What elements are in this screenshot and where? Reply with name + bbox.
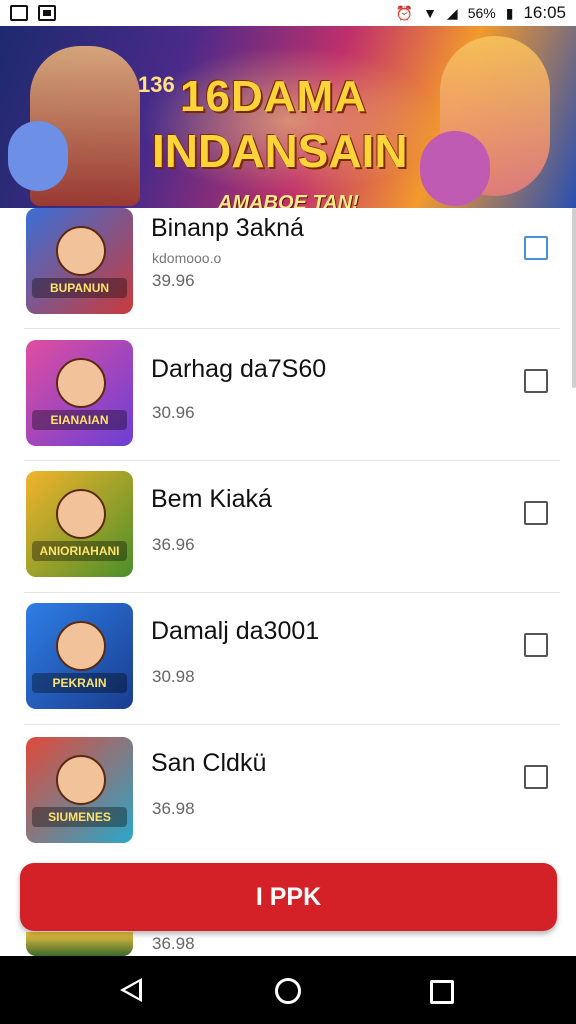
banner-subtitle: AMABOE TAN! — [218, 192, 359, 208]
alarm-icon: ⏰ — [395, 4, 414, 21]
item-checkbox[interactable] — [524, 633, 548, 657]
peek-item-price: 36.98 — [152, 934, 195, 953]
game-thumbnail: BUPANUN — [26, 208, 133, 314]
home-icon[interactable] — [275, 978, 301, 1004]
item-title: Bem Kiaká — [151, 485, 272, 513]
recents-icon[interactable] — [430, 980, 454, 1004]
item-checkbox[interactable] — [524, 369, 548, 393]
thumbnail-label: PEKRAIN — [32, 673, 127, 693]
game-thumbnail: ANIORIAHANI — [26, 471, 133, 577]
item-checkbox[interactable] — [524, 765, 548, 789]
promo-banner[interactable]: 136 16DAMA INDANSAIN AMABOE TAN! — [0, 26, 576, 208]
item-price: 36.98 — [152, 799, 195, 818]
list-item[interactable]: ANIORIAHANI Bem Kiaká 36.96 — [24, 460, 560, 593]
list-item[interactable]: EIANAIAN Darhag da7S60 30.96 — [24, 328, 560, 461]
thumbnail-character — [56, 489, 106, 539]
item-price: 30.96 — [152, 403, 195, 422]
thumbnail-character — [56, 358, 106, 408]
thumbnail-label: BUPANUN — [32, 278, 127, 298]
game-thumbnail: SIUMENES — [26, 737, 133, 843]
item-price: 36.96 — [152, 535, 195, 554]
banner-tag: 136 — [138, 72, 175, 97]
game-list: BUPANUN Binanp 3akná kdomooo.o 39.96 EIA… — [0, 208, 576, 956]
thumbnail-label: EIANAIAN — [32, 410, 127, 430]
scrollbar[interactable] — [572, 208, 576, 388]
thumbnail-character — [56, 226, 106, 276]
game-thumbnail: PEKRAIN — [26, 603, 133, 709]
game-thumbnail: EIANAIAN — [26, 340, 133, 446]
item-title: Darhag da7S60 — [151, 355, 327, 383]
thumbnail-character — [56, 755, 106, 805]
item-price: 30.98 — [152, 667, 195, 686]
clock: 16:05 — [523, 3, 566, 22]
item-subtitle: kdomooo.o — [152, 250, 222, 266]
primary-action-button[interactable]: I PPK — [20, 863, 557, 931]
wifi-icon: ▼ — [423, 5, 437, 21]
banner-character-group — [420, 131, 490, 206]
battery-icon: ▮ — [505, 4, 514, 21]
banner-creature — [8, 121, 68, 191]
signal-icon: ◢ — [446, 4, 458, 21]
item-price: 39.96 — [152, 271, 195, 290]
banner-title-line1: 16DAMA — [180, 72, 367, 121]
list-item[interactable]: BUPANUN Binanp 3akná kdomooo.o 39.96 — [24, 208, 560, 329]
thumbnail-label: SIUMENES — [32, 807, 127, 827]
list-item[interactable]: PEKRAIN Damalj da3001 30.98 — [24, 592, 560, 725]
list-item[interactable]: SIUMENES San Cldkü 36.98 — [24, 724, 560, 856]
item-checkbox[interactable] — [524, 501, 548, 525]
item-title: San Cldkü — [151, 749, 267, 777]
thumbnail-label: ANIORIAHANI — [32, 541, 127, 561]
system-nav-bar — [0, 956, 576, 1024]
status-right: ⏰ ▼ ◢ 56% ▮ 16:05 — [396, 3, 566, 23]
banner-title-line2: INDANSAIN — [152, 125, 408, 177]
back-icon[interactable] — [120, 978, 142, 1002]
app-notification-icon — [38, 5, 56, 21]
peek-thumbnail — [26, 932, 133, 956]
battery-level: 56% — [467, 5, 496, 21]
gallery-notification-icon — [10, 5, 28, 21]
thumbnail-character — [56, 621, 106, 671]
status-left — [10, 5, 56, 21]
item-title: Binanp 3akná — [151, 214, 304, 242]
item-title: Damalj da3001 — [151, 617, 320, 645]
item-checkbox[interactable] — [524, 236, 548, 260]
status-bar: ⏰ ▼ ◢ 56% ▮ 16:05 — [0, 0, 576, 26]
